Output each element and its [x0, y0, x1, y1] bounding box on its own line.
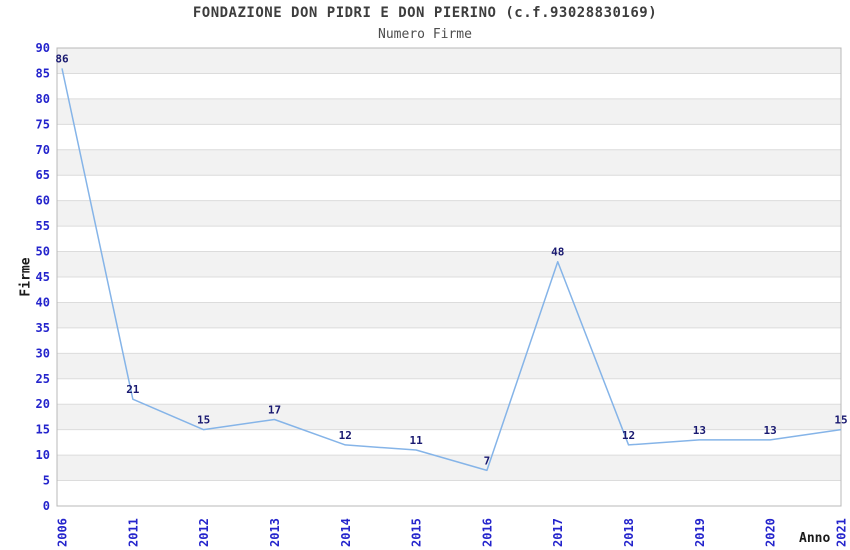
data-point-label: 11 — [409, 434, 423, 447]
data-point-label: 21 — [126, 383, 140, 396]
y-axis-tick-label: 10 — [36, 448, 50, 462]
y-axis-tick-label: 60 — [36, 194, 50, 208]
y-axis-tick-label: 55 — [36, 219, 50, 233]
y-axis-tick-label: 30 — [36, 346, 50, 360]
data-point-label: 12 — [622, 429, 635, 442]
grid-band — [57, 200, 841, 227]
line-chart: FONDAZIONE DON PIDRI E DON PIERINO (c.f.… — [0, 0, 850, 550]
data-point-label: 15 — [834, 414, 847, 427]
y-axis-tick-label: 45 — [36, 270, 50, 284]
grid-band — [57, 149, 841, 176]
y-axis-tick-label: 80 — [36, 92, 50, 106]
x-axis-tick-label: 2011 — [126, 518, 140, 547]
grid-band — [57, 251, 841, 277]
data-point-label: 13 — [693, 424, 706, 437]
x-axis-tick-label: 2017 — [551, 518, 565, 547]
grid-band — [57, 353, 841, 379]
y-axis-tick-label: 15 — [36, 423, 50, 437]
y-axis-tick-label: 40 — [36, 295, 50, 309]
grid-band — [57, 302, 841, 328]
x-axis-tick-label: 2012 — [197, 518, 211, 547]
y-axis-tick-label: 20 — [36, 397, 50, 411]
data-point-label: 17 — [268, 403, 281, 416]
x-axis-tick-label: 2006 — [56, 518, 70, 547]
y-axis-tick-label: 25 — [36, 372, 50, 386]
plot-area: 86 21 15 17 12 11 7 48 12 13 13 15 0 5 10 15 20 25 30 35 40 4… — [36, 41, 849, 547]
data-point-label: 7 — [484, 454, 491, 467]
data-point-label: 13 — [764, 424, 777, 437]
y-axis-tick-label: 5 — [43, 474, 50, 488]
y-axis-tick-label: 0 — [43, 499, 50, 513]
grid-band — [57, 98, 841, 125]
data-point-label: 48 — [551, 246, 564, 259]
y-axis-tick-label: 90 — [36, 41, 50, 55]
x-axis-tick-label: 2019 — [693, 518, 707, 547]
x-axis-tick-label: 2014 — [339, 518, 353, 547]
y-axis-tick-label: 50 — [36, 245, 50, 259]
x-axis-tick-label: 2013 — [268, 518, 282, 547]
x-axis-tick-label: 2016 — [480, 518, 494, 547]
y-axis-tick-label: 75 — [36, 117, 50, 131]
x-axis-tick-label: 2018 — [622, 518, 636, 547]
x-axis-tick-label: 2021 — [835, 518, 849, 547]
y-axis-tick-label: 70 — [36, 143, 50, 157]
y-axis-tick-label: 65 — [36, 168, 50, 182]
y-axis-tick-label: 85 — [36, 66, 50, 80]
data-point-label: 12 — [339, 429, 352, 442]
data-point-label: 86 — [55, 52, 69, 65]
grid-band — [57, 48, 841, 74]
x-axis-tick-label: 2015 — [410, 518, 424, 547]
y-axis-tick-label: 35 — [36, 321, 50, 335]
x-axis-tick-label: 2020 — [764, 518, 778, 547]
data-point-label: 15 — [197, 414, 210, 427]
